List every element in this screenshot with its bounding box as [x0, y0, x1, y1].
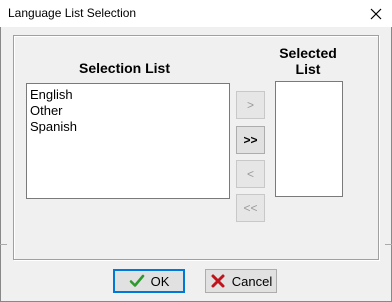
- title-bar: Language List Selection: [0, 0, 392, 27]
- ok-button[interactable]: OK: [113, 269, 185, 293]
- close-icon: [370, 8, 382, 19]
- add-all-button[interactable]: >>: [236, 126, 265, 154]
- red-x-icon: [211, 274, 225, 288]
- frame-divider-left: [0, 244, 7, 245]
- selected-list-heading-line2: List: [295, 61, 321, 77]
- window-title: Language List Selection: [8, 6, 137, 20]
- list-item-other[interactable]: Other: [27, 103, 229, 119]
- selected-list-heading: Selected List: [268, 45, 348, 77]
- frame-divider-right: [385, 244, 392, 245]
- list-item-spanish[interactable]: Spanish: [27, 119, 229, 135]
- window-frame-left: [0, 27, 1, 302]
- cancel-label: Cancel: [231, 273, 273, 289]
- list-item-english[interactable]: English: [27, 87, 229, 103]
- cancel-button[interactable]: Cancel: [205, 269, 277, 293]
- selected-list-heading-line1: Selected: [279, 45, 337, 61]
- selected-listbox[interactable]: [275, 81, 343, 197]
- close-button[interactable]: [360, 0, 392, 27]
- selection-listbox[interactable]: English Other Spanish: [26, 83, 230, 199]
- remove-all-button[interactable]: <<: [236, 194, 265, 222]
- ok-label: OK: [150, 273, 170, 289]
- checkmark-icon: [129, 274, 144, 287]
- remove-button[interactable]: <: [236, 160, 265, 188]
- add-button[interactable]: >: [236, 91, 265, 119]
- selection-list-heading: Selection List: [78, 60, 171, 76]
